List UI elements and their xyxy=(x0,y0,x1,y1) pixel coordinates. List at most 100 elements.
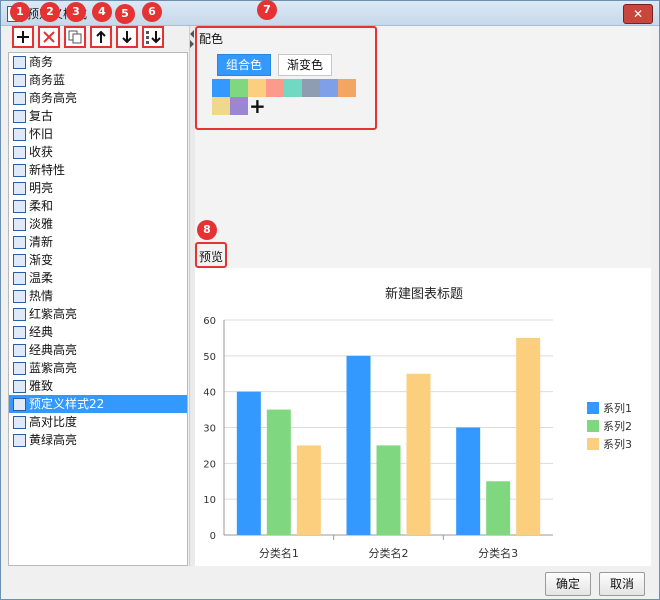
add-style-button[interactable] xyxy=(12,26,34,48)
move-down-button[interactable] xyxy=(116,26,138,48)
legend-swatch xyxy=(587,420,599,432)
collapse-right-icon[interactable] xyxy=(190,40,194,48)
tab-combo-color[interactable]: 组合色 xyxy=(217,54,272,76)
close-button[interactable]: ✕ xyxy=(623,4,653,24)
delete-style-button[interactable] xyxy=(38,26,60,48)
style-list-item[interactable]: 收获 xyxy=(9,143,187,161)
move-up-button[interactable] xyxy=(90,26,112,48)
style-list: 商务商务蓝商务高亮复古怀旧收获新特性明亮柔和淡雅清新渐变温柔热情红紫高亮 经典 经典… xyxy=(8,52,188,566)
bar xyxy=(406,373,431,535)
style-item-icon xyxy=(13,92,26,105)
style-list-item[interactable]: 复古 xyxy=(9,107,187,125)
color-section-title: 配色 xyxy=(199,32,224,46)
style-item-label: 蓝紫高亮 xyxy=(29,361,78,375)
style-list-item[interactable]: 热情 xyxy=(9,287,187,305)
style-list-item[interactable]: 柔和 xyxy=(9,197,187,215)
style-list-item[interactable]: 怀旧 xyxy=(9,125,187,143)
y-tick-label: 30 xyxy=(203,424,216,435)
y-tick-label: 60 xyxy=(203,316,216,327)
sort-icon xyxy=(146,31,161,44)
ok-button[interactable]: 确定 xyxy=(545,572,591,596)
color-swatch[interactable] xyxy=(338,79,356,97)
style-list-item[interactable]: 黄绿高亮 xyxy=(9,431,187,449)
style-list-item[interactable]: 商务蓝 xyxy=(9,71,187,89)
style-item-label: 黄绿高亮 xyxy=(29,433,78,447)
style-list-item[interactable]: 经典高亮 xyxy=(9,341,187,359)
annotation-badge: 4 xyxy=(92,2,112,22)
style-item-label: 热情 xyxy=(29,289,54,303)
style-item-label: 渐变 xyxy=(29,253,54,267)
add-color-icon[interactable]: + xyxy=(249,96,266,116)
cancel-button[interactable]: 取消 xyxy=(599,572,645,596)
style-item-label: 明亮 xyxy=(29,181,54,195)
bar xyxy=(456,427,481,535)
color-swatch[interactable] xyxy=(212,79,230,97)
style-item-icon xyxy=(13,74,26,87)
arrow-down-icon xyxy=(122,31,132,44)
y-tick-label: 40 xyxy=(203,388,216,399)
style-list-item[interactable]: 清新 xyxy=(9,233,187,251)
style-list-item[interactable]: 新特性 xyxy=(9,161,187,179)
style-item-icon xyxy=(13,380,26,393)
style-item-icon xyxy=(13,344,26,357)
x-tick-label: 分类名3 xyxy=(478,546,518,560)
color-swatch[interactable] xyxy=(302,79,320,97)
color-swatch[interactable] xyxy=(320,79,338,97)
toolbar xyxy=(8,26,190,52)
legend-label: 系列1 xyxy=(603,401,632,415)
y-tick-label: 0 xyxy=(210,531,216,542)
annotation-badge: 7 xyxy=(257,0,277,20)
y-tick-label: 50 xyxy=(203,352,216,363)
style-list-item[interactable]: 雅致 xyxy=(9,377,187,395)
style-item-label: 商务 xyxy=(29,55,54,69)
tab-gradient-color[interactable]: 渐变色 xyxy=(278,54,333,76)
color-swatch[interactable] xyxy=(284,79,302,97)
color-swatch[interactable] xyxy=(212,97,230,115)
copy-style-button[interactable] xyxy=(64,26,86,48)
bar xyxy=(346,355,371,535)
style-item-icon xyxy=(13,164,26,177)
style-list-item[interactable]: 红紫高亮 xyxy=(9,305,187,323)
copy-icon xyxy=(68,30,82,44)
x-tick-label: 分类名1 xyxy=(259,546,299,560)
y-tick-label: 20 xyxy=(203,459,216,470)
bar xyxy=(236,391,261,535)
annotation-badge: 8 xyxy=(197,220,217,240)
annotation-badge: 5 xyxy=(115,4,135,24)
bar xyxy=(376,445,401,535)
style-item-label: 清新 xyxy=(29,235,54,249)
arrow-up-icon xyxy=(96,30,106,43)
style-list-item[interactable]: 商务高亮 xyxy=(9,89,187,107)
style-item-label: 柔和 xyxy=(29,199,54,213)
annotation-badge: 2 xyxy=(40,2,60,22)
style-list-item[interactable]: 高对比度 xyxy=(9,413,187,431)
style-item-label: 怀旧 xyxy=(29,127,54,141)
style-item-label: 商务高亮 xyxy=(29,91,78,105)
style-list-item[interactable]: 蓝紫高亮 xyxy=(9,359,187,377)
color-swatch[interactable] xyxy=(266,79,284,97)
color-swatch[interactable] xyxy=(230,97,248,115)
chart-title: 新建图表标题 xyxy=(385,286,463,302)
style-list-item[interactable]: 淡雅 xyxy=(9,215,187,233)
style-list-item[interactable]: 渐变 xyxy=(9,251,187,269)
style-list-item[interactable]: 预定义样式22 xyxy=(9,395,187,413)
style-list-item[interactable]: 经典 xyxy=(9,323,187,341)
style-item-label: 淡雅 xyxy=(29,217,54,231)
style-item-icon xyxy=(13,326,26,339)
collapse-left-icon[interactable] xyxy=(190,30,194,38)
style-list-item[interactable]: 明亮 xyxy=(9,179,187,197)
style-item-icon xyxy=(13,200,26,213)
style-list-item[interactable]: 商务 xyxy=(9,53,187,71)
delete-x-icon xyxy=(43,31,55,43)
style-list-item[interactable]: 温柔 xyxy=(9,269,187,287)
sort-button[interactable] xyxy=(142,26,164,48)
bar xyxy=(486,481,511,535)
legend-swatch xyxy=(587,438,599,450)
bar xyxy=(266,409,291,535)
legend-swatch xyxy=(587,402,599,414)
style-item-icon xyxy=(13,416,26,429)
style-item-label: 收获 xyxy=(29,145,54,159)
color-swatch[interactable] xyxy=(230,79,248,97)
style-item-label: 高对比度 xyxy=(29,415,78,429)
bar xyxy=(296,445,321,535)
